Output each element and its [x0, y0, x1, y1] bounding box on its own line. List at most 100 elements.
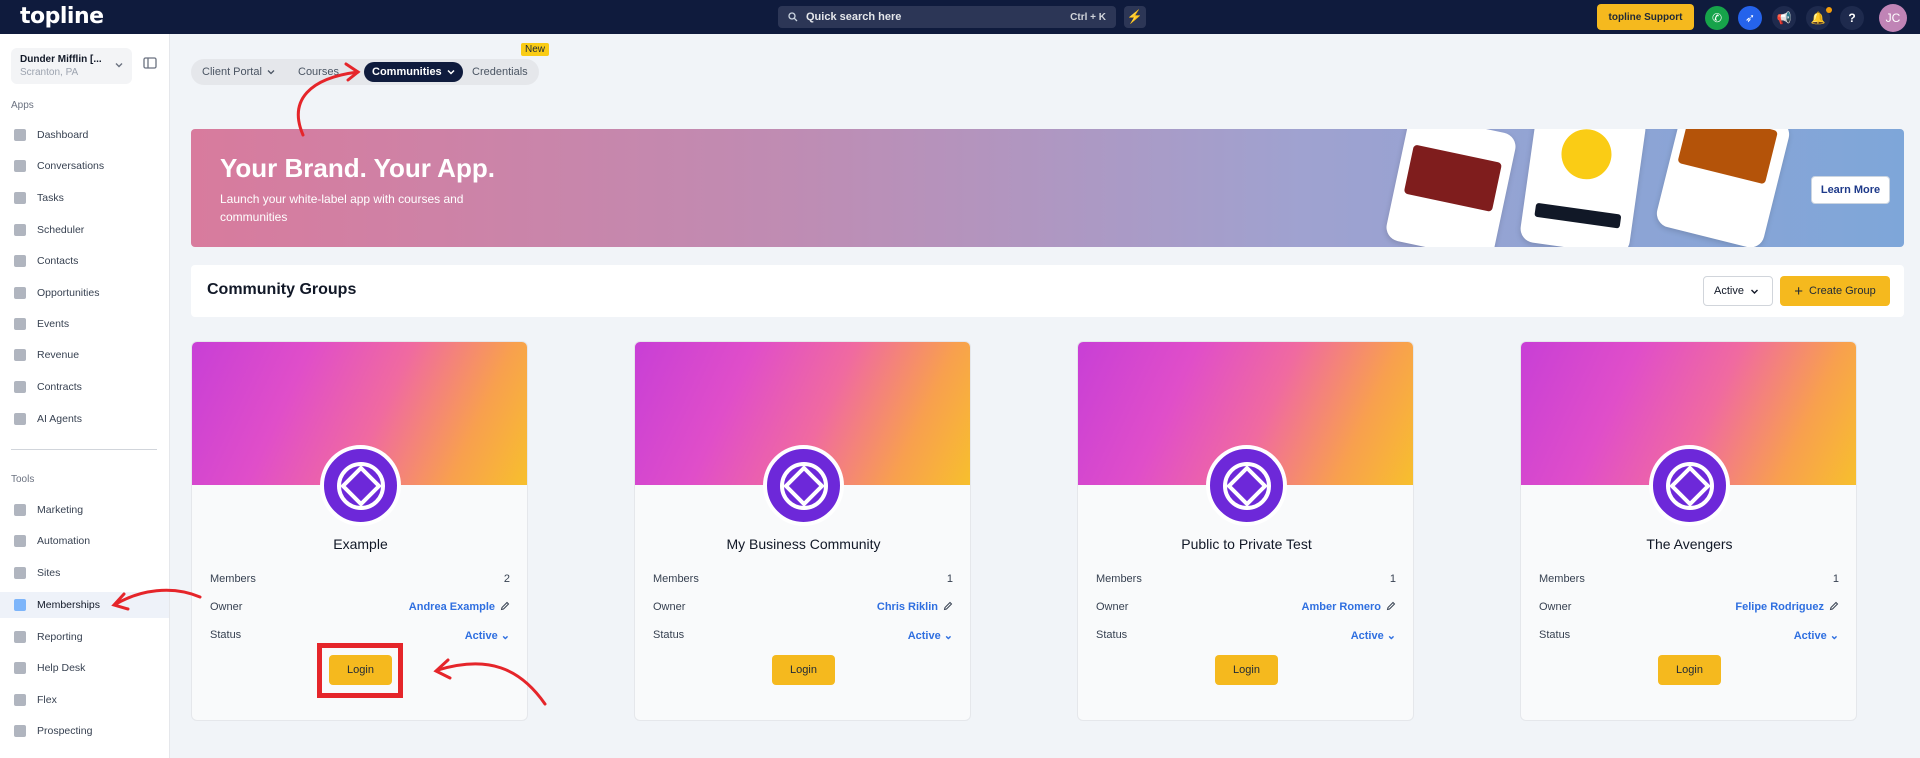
- owner-link[interactable]: Felipe Rodriguez: [1735, 601, 1824, 613]
- sidebar-item-memberships[interactable]: Memberships: [0, 592, 169, 618]
- community-name: My Business Community: [726, 536, 881, 552]
- members-count: 1: [1389, 573, 1396, 585]
- sidebar-toggle-icon[interactable]: [143, 56, 157, 70]
- community-name: The Avengers: [1646, 536, 1733, 552]
- pencil-icon[interactable]: [943, 601, 953, 611]
- sidebar-item-ai-agents[interactable]: AI Agents: [0, 406, 169, 432]
- notification-dot: [1826, 7, 1832, 13]
- tab-credentials[interactable]: Credentials: [472, 62, 528, 82]
- create-group-button[interactable]: + Create Group: [1780, 276, 1890, 306]
- megaphone-icon: [14, 504, 26, 516]
- sites-icon: [14, 567, 26, 579]
- members-row: Members 2: [210, 573, 510, 585]
- tab-client-portal[interactable]: Client Portal: [202, 62, 275, 82]
- members-count: 2: [503, 573, 510, 585]
- owner-link[interactable]: Chris Riklin: [877, 601, 938, 613]
- flex-icon: [14, 694, 26, 706]
- community-name: Example: [333, 536, 388, 552]
- document-icon: [14, 381, 26, 393]
- megaphone-icon[interactable]: 📢: [1772, 6, 1796, 30]
- sidebar-item-sites[interactable]: Sites: [0, 560, 169, 586]
- login-button[interactable]: Login: [1658, 655, 1721, 685]
- promo-banner: Your Brand. Your App. Launch your white-…: [191, 129, 1904, 247]
- pencil-icon[interactable]: [500, 601, 510, 611]
- memberships-icon: [14, 599, 26, 611]
- status-row: Status Active ⌄: [1096, 629, 1396, 642]
- help-icon: [14, 662, 26, 674]
- status-dropdown[interactable]: Active ⌄: [1794, 629, 1839, 642]
- tab-courses[interactable]: Courses: [298, 62, 339, 82]
- login-highlight-box: [317, 643, 403, 698]
- sidebar-item-automation[interactable]: Automation: [0, 528, 169, 554]
- community-card: The Avengers Members 1 Owner Felipe Rodrig…: [1520, 341, 1857, 721]
- chevron-down-icon: ⌄: [500, 630, 510, 642]
- card-icon: [14, 349, 26, 361]
- new-badge: New: [521, 43, 550, 56]
- support-button[interactable]: topline Support: [1597, 4, 1694, 30]
- sidebar-item-scheduler[interactable]: Scheduler: [0, 217, 169, 243]
- owner-link[interactable]: Amber Romero: [1302, 601, 1381, 613]
- learn-more-button[interactable]: Learn More: [1811, 176, 1890, 204]
- chevron-down-icon: [1750, 289, 1758, 294]
- community-logo-icon: [1649, 445, 1730, 526]
- tab-communities[interactable]: Communities: [364, 62, 463, 82]
- phone-icon[interactable]: ✆: [1705, 6, 1729, 30]
- help-icon[interactable]: ?: [1840, 6, 1864, 30]
- sidebar-item-tasks[interactable]: Tasks: [0, 185, 169, 211]
- sidebar: Dunder Mifflin [... Scranton, PA Apps Da…: [0, 34, 170, 758]
- status-dropdown[interactable]: Active ⌄: [465, 629, 510, 642]
- pie-icon: [14, 287, 26, 299]
- account-location: Scranton, PA: [20, 67, 79, 78]
- status-row: Status Active ⌄: [653, 629, 953, 642]
- community-logo-icon: [763, 445, 844, 526]
- status-row: Status Active ⌄: [1539, 629, 1839, 642]
- search-placeholder: Quick search here: [806, 11, 902, 23]
- sidebar-item-contacts[interactable]: Contacts: [0, 248, 169, 274]
- account-name: Dunder Mifflin [...: [20, 54, 102, 65]
- owner-link[interactable]: Andrea Example: [409, 601, 495, 613]
- sidebar-item-prospecting[interactable]: Prospecting: [0, 718, 169, 744]
- app-preview-image: [1518, 129, 1648, 247]
- sidebar-item-flex[interactable]: Flex: [0, 687, 169, 713]
- sidebar-item-opportunities[interactable]: Opportunities: [0, 280, 169, 306]
- sidebar-item-contracts[interactable]: Contracts: [0, 374, 169, 400]
- chevron-down-icon: [267, 70, 275, 75]
- banner-subtitle: Launch your white-label app with courses…: [220, 192, 464, 224]
- brand-logo[interactable]: topline: [20, 4, 104, 29]
- rocket-icon[interactable]: ➶: [1738, 6, 1762, 30]
- community-card: My Business Community Members 1 Owner Chri…: [634, 341, 971, 721]
- events-icon: [14, 318, 26, 330]
- members-row: Members 1: [1539, 573, 1839, 585]
- app-preview-image: [1383, 129, 1519, 247]
- search-icon: [14, 725, 26, 737]
- chevron-down-icon: ⌄: [1386, 630, 1396, 642]
- sparkle-icon: [14, 413, 26, 425]
- sidebar-item-marketing[interactable]: Marketing: [0, 497, 169, 523]
- pencil-icon[interactable]: [1386, 601, 1396, 611]
- sidebar-divider: [11, 449, 157, 450]
- login-button[interactable]: Login: [772, 655, 835, 685]
- community-logo-icon: [1206, 445, 1287, 526]
- bolt-icon[interactable]: ⚡: [1124, 6, 1146, 28]
- members-row: Members 1: [653, 573, 953, 585]
- quick-search[interactable]: Quick search here Ctrl + K: [778, 6, 1116, 28]
- sidebar-item-help-desk[interactable]: Help Desk: [0, 655, 169, 681]
- status-dropdown[interactable]: Active ⌄: [1351, 629, 1396, 642]
- plus-icon: +: [1794, 282, 1804, 300]
- login-button[interactable]: Login: [1215, 655, 1278, 685]
- sidebar-item-reporting[interactable]: Reporting: [0, 624, 169, 650]
- community-name: Public to Private Test: [1181, 536, 1312, 552]
- chat-icon: [14, 160, 26, 172]
- sidebar-item-events[interactable]: Events: [0, 311, 169, 337]
- sidebar-item-dashboard[interactable]: Dashboard: [0, 122, 169, 148]
- chevron-down-icon: [447, 69, 455, 75]
- sidebar-item-revenue[interactable]: Revenue: [0, 342, 169, 368]
- status-dropdown[interactable]: Active ⌄: [908, 629, 953, 642]
- community-card: Public to Private Test Members 1 Owner Amb…: [1077, 341, 1414, 721]
- sidebar-item-conversations[interactable]: Conversations: [0, 153, 169, 179]
- avatar[interactable]: JC: [1879, 4, 1907, 32]
- pencil-icon[interactable]: [1829, 601, 1839, 611]
- account-switcher[interactable]: Dunder Mifflin [... Scranton, PA: [11, 48, 132, 84]
- status-filter-select[interactable]: Active: [1703, 276, 1773, 306]
- gear-icon: [14, 535, 26, 547]
